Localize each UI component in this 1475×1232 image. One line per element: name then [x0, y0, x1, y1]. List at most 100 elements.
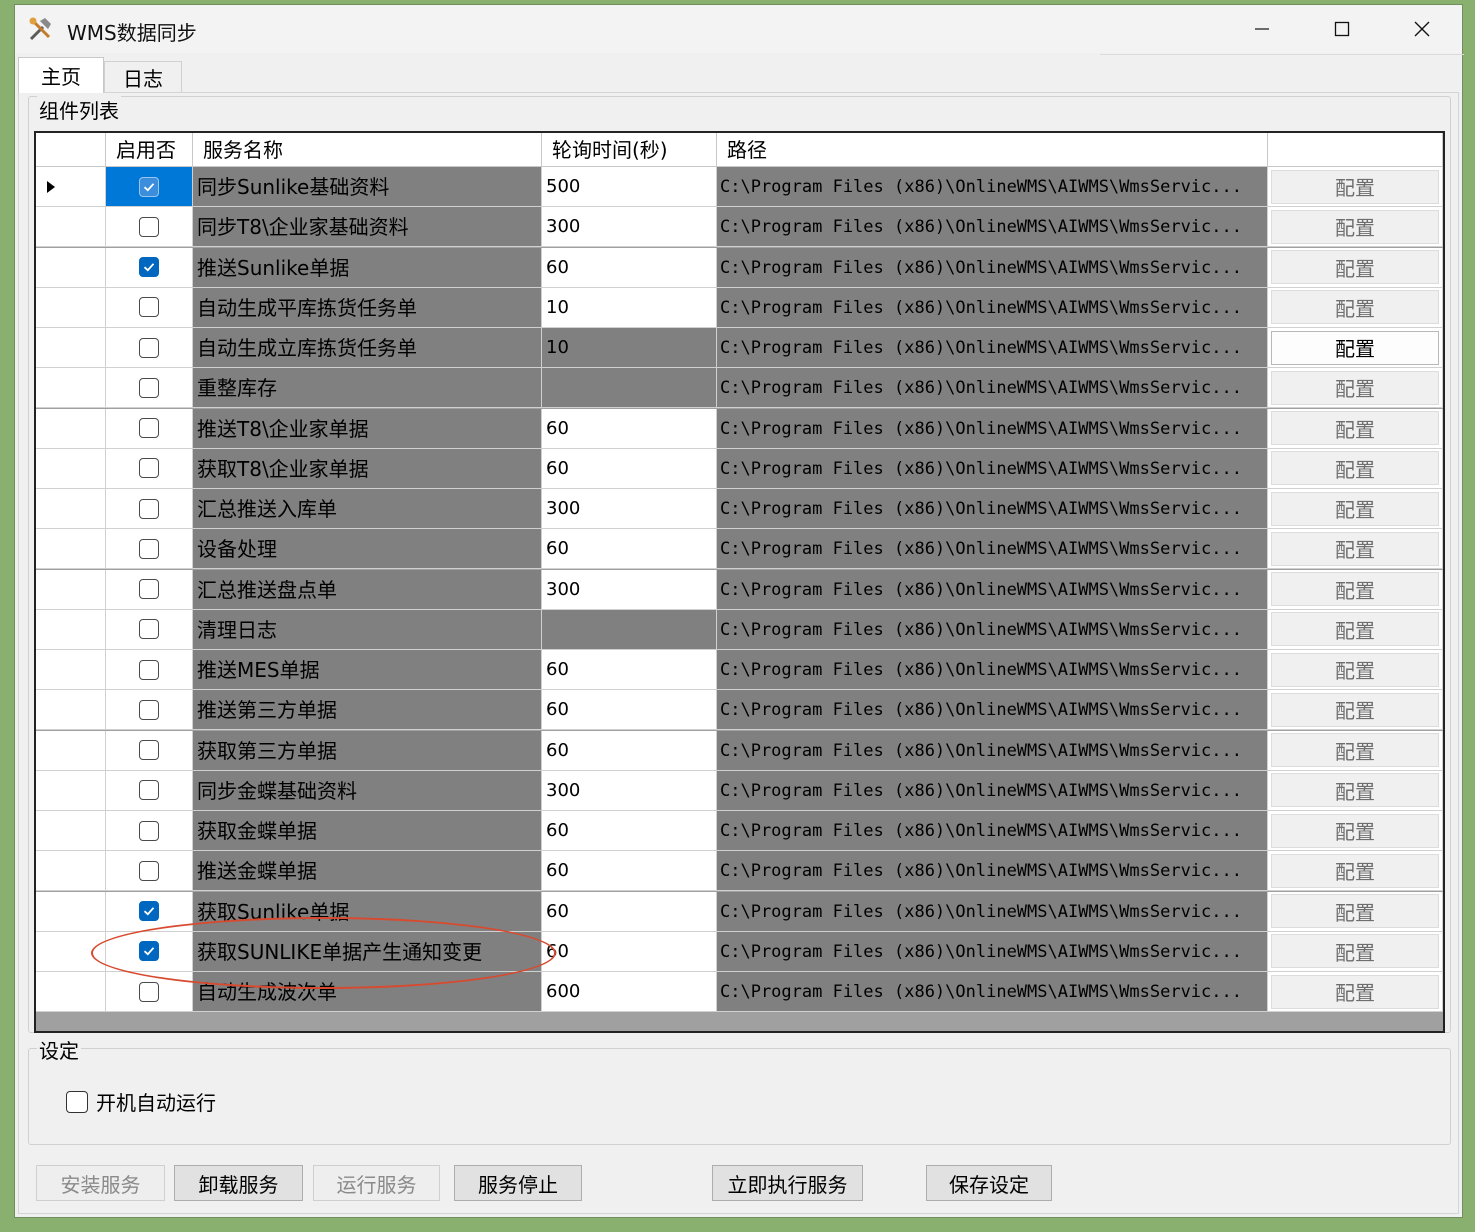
row-header[interactable] [36, 811, 106, 851]
enabled-cell[interactable] [106, 690, 193, 731]
table-row[interactable]: 获取Sunlike单据 60 C:\Program Files (x86)\Onli… [36, 891, 1443, 932]
path-cell[interactable]: C:\Program Files (x86)\OnlineWMS\AIWMS\W… [717, 328, 1268, 368]
path-cell[interactable]: C:\Program Files (x86)\OnlineWMS\AIWMS\W… [717, 247, 1268, 288]
service-name-cell[interactable]: 推送Sunlike单据 [193, 247, 542, 288]
interval-cell[interactable] [542, 609, 717, 650]
service-name-cell[interactable]: 自动生成平库拣货任务单 [193, 287, 542, 328]
row-header[interactable] [36, 529, 106, 570]
service-name-cell[interactable]: 同步Sunlike基础资料 [193, 167, 542, 207]
run-service-button[interactable]: 运行服务 [313, 1165, 440, 1201]
execute-now-button[interactable]: 立即执行服务 [712, 1165, 863, 1201]
header-interval[interactable]: 轮询时间(秒) [542, 133, 717, 167]
enabled-cell[interactable] [106, 650, 193, 690]
table-row[interactable]: 获取T8\企业家单据 60 C:\Program Files (x86)\Onlin… [36, 448, 1443, 489]
tab-log[interactable]: 日志 [104, 61, 182, 93]
table-row[interactable]: 清理日志 C:\Program Files (x86)\OnlineWMS\AIW… [36, 609, 1443, 650]
row-header[interactable] [36, 770, 106, 811]
path-cell[interactable]: C:\Program Files (x86)\OnlineWMS\AIWMS\W… [717, 811, 1268, 851]
enabled-checkbox[interactable] [139, 579, 159, 599]
path-cell[interactable]: C:\Program Files (x86)\OnlineWMS\AIWMS\W… [717, 529, 1268, 570]
service-name-cell[interactable]: 获取T8\企业家单据 [193, 448, 542, 489]
row-header[interactable] [36, 368, 106, 409]
config-button[interactable]: 配置 [1271, 370, 1439, 405]
enabled-cell[interactable] [106, 448, 193, 489]
enabled-cell[interactable] [106, 247, 193, 288]
enabled-checkbox[interactable] [139, 297, 159, 318]
autorun-checkbox-box[interactable] [66, 1090, 88, 1113]
interval-cell[interactable]: 60 [542, 730, 717, 771]
interval-cell[interactable]: 60 [542, 408, 717, 449]
table-row[interactable]: 推送金蝶单据 60 C:\Program Files (x86)\OnlineWMS… [36, 851, 1443, 892]
row-header[interactable] [36, 891, 106, 932]
config-button[interactable]: 配置 [1271, 813, 1439, 848]
path-cell[interactable]: C:\Program Files (x86)\OnlineWMS\AIWMS\W… [717, 167, 1268, 207]
uninstall-service-button[interactable]: 卸载服务 [174, 1165, 303, 1201]
enabled-checkbox[interactable] [139, 337, 159, 358]
config-button[interactable]: 配置 [1271, 209, 1439, 244]
minimize-button[interactable] [1222, 5, 1302, 53]
service-name-cell[interactable]: 获取第三方单据 [193, 730, 542, 771]
path-cell[interactable]: C:\Program Files (x86)\OnlineWMS\AIWMS\W… [717, 609, 1268, 650]
path-cell[interactable]: C:\Program Files (x86)\OnlineWMS\AIWMS\W… [717, 207, 1268, 248]
interval-cell[interactable] [542, 368, 717, 409]
install-service-button[interactable]: 安装服务 [36, 1165, 165, 1201]
tab-home[interactable]: 主页 [18, 57, 104, 93]
config-button[interactable]: 配置 [1271, 853, 1439, 888]
row-header[interactable] [36, 287, 106, 328]
config-button[interactable]: 配置 [1271, 733, 1439, 767]
config-button[interactable]: 配置 [1271, 169, 1439, 204]
config-button[interactable]: 配置 [1271, 330, 1439, 365]
row-header[interactable] [36, 207, 106, 248]
enabled-checkbox[interactable] [139, 860, 159, 881]
enabled-checkbox[interactable] [139, 498, 159, 519]
service-name-cell[interactable]: 重整库存 [193, 368, 542, 409]
config-button[interactable]: 配置 [1271, 974, 1439, 1009]
path-cell[interactable]: C:\Program Files (x86)\OnlineWMS\AIWMS\W… [717, 287, 1268, 328]
path-cell[interactable]: C:\Program Files (x86)\OnlineWMS\AIWMS\W… [717, 368, 1268, 409]
service-name-cell[interactable]: 同步T8\企业家基础资料 [193, 207, 542, 248]
row-header[interactable] [36, 247, 106, 288]
table-row[interactable]: 推送T8\企业家单据 60 C:\Program Files (x86)\Onlin… [36, 408, 1443, 449]
enabled-cell[interactable] [106, 287, 193, 328]
enabled-checkbox[interactable] [139, 619, 159, 640]
service-name-cell[interactable]: 推送金蝶单据 [193, 851, 542, 892]
row-header[interactable] [36, 972, 106, 1012]
interval-cell[interactable]: 60 [542, 931, 717, 972]
enabled-checkbox[interactable] [139, 941, 159, 962]
interval-cell[interactable]: 60 [542, 851, 717, 892]
path-cell[interactable]: C:\Program Files (x86)\OnlineWMS\AIWMS\W… [717, 851, 1268, 892]
path-cell[interactable]: C:\Program Files (x86)\OnlineWMS\AIWMS\W… [717, 650, 1268, 690]
interval-cell[interactable]: 60 [542, 811, 717, 851]
path-cell[interactable]: C:\Program Files (x86)\OnlineWMS\AIWMS\W… [717, 408, 1268, 449]
table-row[interactable]: 自动生成平库拣货任务单 10 C:\Program Files (x86)\Onli… [36, 287, 1443, 328]
path-cell[interactable]: C:\Program Files (x86)\OnlineWMS\AIWMS\W… [717, 770, 1268, 811]
table-row[interactable]: 获取SUNLIKE单据产生通知变更 60 C:\Program Files (x86… [36, 931, 1443, 972]
interval-cell[interactable]: 10 [542, 287, 717, 328]
service-name-cell[interactable]: 自动生成波次单 [193, 972, 542, 1012]
config-button[interactable]: 配置 [1271, 652, 1439, 687]
path-cell[interactable]: C:\Program Files (x86)\OnlineWMS\AIWMS\W… [717, 489, 1268, 529]
enabled-checkbox[interactable] [139, 377, 159, 398]
enabled-checkbox[interactable] [139, 176, 159, 197]
table-row[interactable]: 设备处理 60 C:\Program Files (x86)\OnlineWMS\A… [36, 529, 1443, 570]
row-header[interactable] [36, 931, 106, 972]
enabled-checkbox[interactable] [139, 740, 159, 760]
service-name-cell[interactable]: 推送MES单据 [193, 650, 542, 690]
interval-cell[interactable]: 300 [542, 489, 717, 529]
enabled-checkbox[interactable] [139, 780, 159, 801]
service-name-cell[interactable]: 推送T8\企业家单据 [193, 408, 542, 449]
interval-cell[interactable]: 10 [542, 328, 717, 368]
enabled-cell[interactable] [106, 328, 193, 368]
row-header[interactable] [36, 650, 106, 690]
table-row[interactable]: 同步Sunlike基础资料 500 C:\Program Files (x86)\O… [36, 167, 1443, 207]
service-name-cell[interactable]: 自动生成立库拣货任务单 [193, 328, 542, 368]
row-header[interactable] [36, 851, 106, 892]
row-header[interactable] [36, 328, 106, 368]
table-row[interactable]: 推送MES单据 60 C:\Program Files (x86)\OnlineWM… [36, 650, 1443, 690]
enabled-checkbox[interactable] [139, 538, 159, 559]
component-grid[interactable]: 启用否 服务名称 轮询时间(秒) 路径 同步Sunlike基础资料 500 C:\P… [34, 131, 1445, 1033]
enabled-checkbox[interactable] [139, 820, 159, 841]
config-button[interactable]: 配置 [1271, 250, 1439, 284]
config-button[interactable]: 配置 [1271, 491, 1439, 526]
path-cell[interactable]: C:\Program Files (x86)\OnlineWMS\AIWMS\W… [717, 448, 1268, 489]
